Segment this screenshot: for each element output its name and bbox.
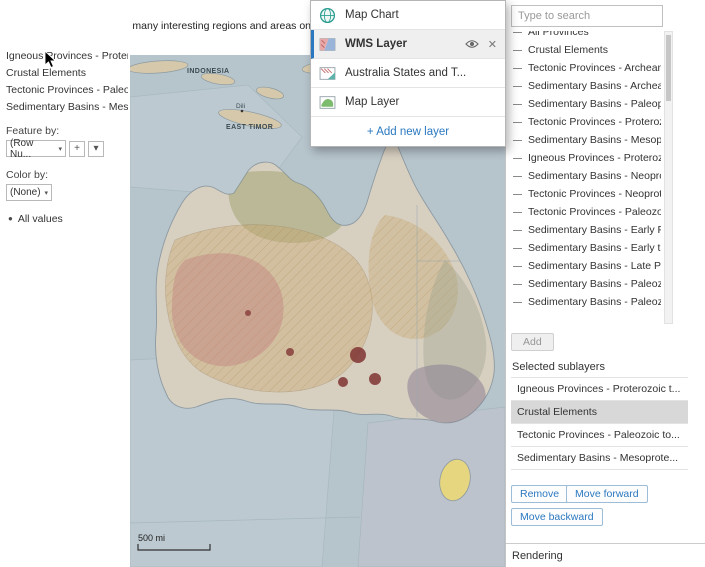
tree-dash-icon	[513, 104, 522, 105]
feature-by-select[interactable]: (Row Nu... ▾	[6, 140, 66, 157]
add-feature-button[interactable]: +	[69, 141, 85, 157]
selected-sublayers-header: Selected sublayers	[512, 361, 605, 373]
tree-dash-icon	[513, 86, 522, 87]
tree-dash-icon	[513, 194, 522, 195]
available-sublayer-item[interactable]: Sedimentary Basins - Paleozoic...	[511, 293, 661, 311]
layer-label: Map Chart	[345, 9, 497, 21]
selected-sublayer-item[interactable]: Tectonic Provinces - Paleozoic to...	[511, 424, 688, 447]
feature-by-value: (Row Nu...	[10, 138, 55, 160]
add-new-layer-link[interactable]: + Add new layer	[311, 117, 505, 146]
available-sublayer-item[interactable]: Sedimentary Basins - Early to L...	[511, 239, 661, 257]
mouse-cursor-icon	[44, 50, 57, 69]
remove-button[interactable]: Remove	[511, 485, 568, 503]
available-sublayer-item[interactable]: Tectonic Provinces - Paleozoic t...	[511, 203, 661, 221]
wms-layer-icon	[319, 36, 336, 53]
tree-dash-icon	[513, 158, 522, 159]
tree-dash-icon	[513, 212, 522, 213]
available-sublayers-list: All Provinces Crustal Elements Tectonic …	[511, 31, 673, 324]
color-by-select[interactable]: (None) ▾	[6, 184, 52, 201]
layer-row-wms[interactable]: WMS Layer ✕	[311, 30, 505, 59]
available-sublayer-item[interactable]: Tectonic Provinces - Neoproter...	[511, 185, 661, 203]
tree-dash-icon	[513, 122, 522, 123]
layer-row-map-chart[interactable]: Map Chart	[311, 1, 505, 30]
all-values-label: All values	[18, 213, 63, 225]
selected-sublayers-list: Igneous Provinces - Proterozoic t... Cru…	[511, 377, 688, 470]
map-layer-icon	[319, 94, 336, 111]
globe-icon	[319, 7, 336, 24]
eye-icon[interactable]	[465, 39, 479, 49]
rendering-section-header: Rendering	[506, 543, 705, 562]
tree-dash-icon	[513, 140, 522, 141]
search-input[interactable]	[511, 5, 663, 27]
selected-sublayer-item[interactable]: Crustal Elements	[511, 401, 688, 424]
available-sublayer-item[interactable]: Tectonic Provinces - Proterozoic	[511, 113, 661, 131]
tree-dash-icon	[513, 230, 522, 231]
layer-row-australia-states[interactable]: Australia States and T...	[311, 59, 505, 88]
available-sublayer-item[interactable]: Sedimentary Basins - Archean t...	[511, 77, 661, 95]
available-sublayer-item[interactable]: Sedimentary Basins - Late Pale...	[511, 257, 661, 275]
available-sublayer-item[interactable]: Sedimentary Basins - Early Pal...	[511, 221, 661, 239]
tree-dash-icon	[513, 248, 522, 249]
available-sublayer-item[interactable]: All Provinces	[511, 31, 661, 41]
legend-panel: Igneous Provinces - Proter Crustal Eleme…	[0, 0, 130, 567]
available-sublayer-item[interactable]: Crustal Elements	[511, 41, 661, 59]
tree-dash-icon	[513, 266, 522, 267]
available-sublayer-item[interactable]: Sedimentary Basins - Paleozoic...	[511, 275, 661, 293]
bullet-icon: ●	[8, 215, 13, 223]
scrollbar-thumb[interactable]	[666, 35, 671, 101]
close-icon[interactable]: ✕	[488, 38, 497, 51]
chevron-down-icon: ▾	[44, 189, 48, 197]
available-sublayer-item[interactable]: Igneous Provinces - Proterozoi...	[511, 149, 661, 167]
legend-item-igneous[interactable]: Igneous Provinces - Proter	[6, 50, 128, 62]
add-sublayer-button[interactable]: Add	[511, 333, 554, 351]
tree-dash-icon	[513, 50, 522, 51]
layer-label: WMS Layer	[345, 38, 465, 50]
layer-row-map-layer[interactable]: Map Layer	[311, 88, 505, 117]
feature-layer-icon	[319, 65, 336, 82]
layer-label: Australia States and T...	[345, 67, 497, 79]
tree-dash-icon	[513, 32, 522, 33]
indonesia-label: INDONESIA	[187, 68, 230, 75]
feature-by-label: Feature by:	[6, 125, 130, 137]
chevron-down-icon: ▾	[58, 145, 62, 153]
color-by-label: Color by:	[6, 169, 130, 181]
layers-popup: Map Chart WMS Layer ✕	[310, 0, 506, 147]
available-sublayer-item[interactable]: Tectonic Provinces - Archean to...	[511, 59, 661, 77]
all-values-row[interactable]: ● All values	[8, 213, 130, 225]
available-sublayer-item[interactable]: Sedimentary Basins - Neoprote...	[511, 167, 661, 185]
legend-item-crustal[interactable]: Crustal Elements	[6, 67, 128, 79]
tree-dash-icon	[513, 284, 522, 285]
list-scrollbar[interactable]	[664, 31, 673, 324]
tree-dash-icon	[513, 176, 522, 177]
color-by-value: (None)	[10, 187, 41, 198]
dili-label: Dili	[236, 103, 245, 110]
available-sublayer-item[interactable]: Sedimentary Basins - Mesoprot...	[511, 131, 661, 149]
selected-sublayer-item[interactable]: Igneous Provinces - Proterozoic t...	[511, 378, 688, 401]
tree-dash-icon	[513, 68, 522, 69]
wms-settings-panel: All Provinces Crustal Elements Tectonic …	[505, 0, 705, 567]
east-timor-label: EAST TIMOR	[226, 124, 273, 131]
dili-marker	[241, 110, 244, 113]
available-sublayer-item[interactable]: Sedimentary Basins - Paleoprot...	[511, 95, 661, 113]
move-backward-button[interactable]: Move backward	[511, 508, 603, 526]
move-forward-button[interactable]: Move forward	[566, 485, 648, 503]
tree-dash-icon	[513, 302, 522, 303]
layer-label: Map Layer	[345, 96, 497, 108]
legend-item-sedimentary[interactable]: Sedimentary Basins - Meso	[6, 101, 128, 113]
selected-sublayer-item[interactable]: Sedimentary Basins - Mesoprote...	[511, 447, 688, 470]
app-root: INDONESIA Dili EAST TIMOR 500 mi Austral…	[0, 0, 705, 567]
feature-menu-button[interactable]: ▾	[88, 141, 104, 157]
legend-item-tectonic[interactable]: Tectonic Provinces - Paleo	[6, 84, 128, 96]
scale-label: 500 mi	[138, 533, 165, 543]
